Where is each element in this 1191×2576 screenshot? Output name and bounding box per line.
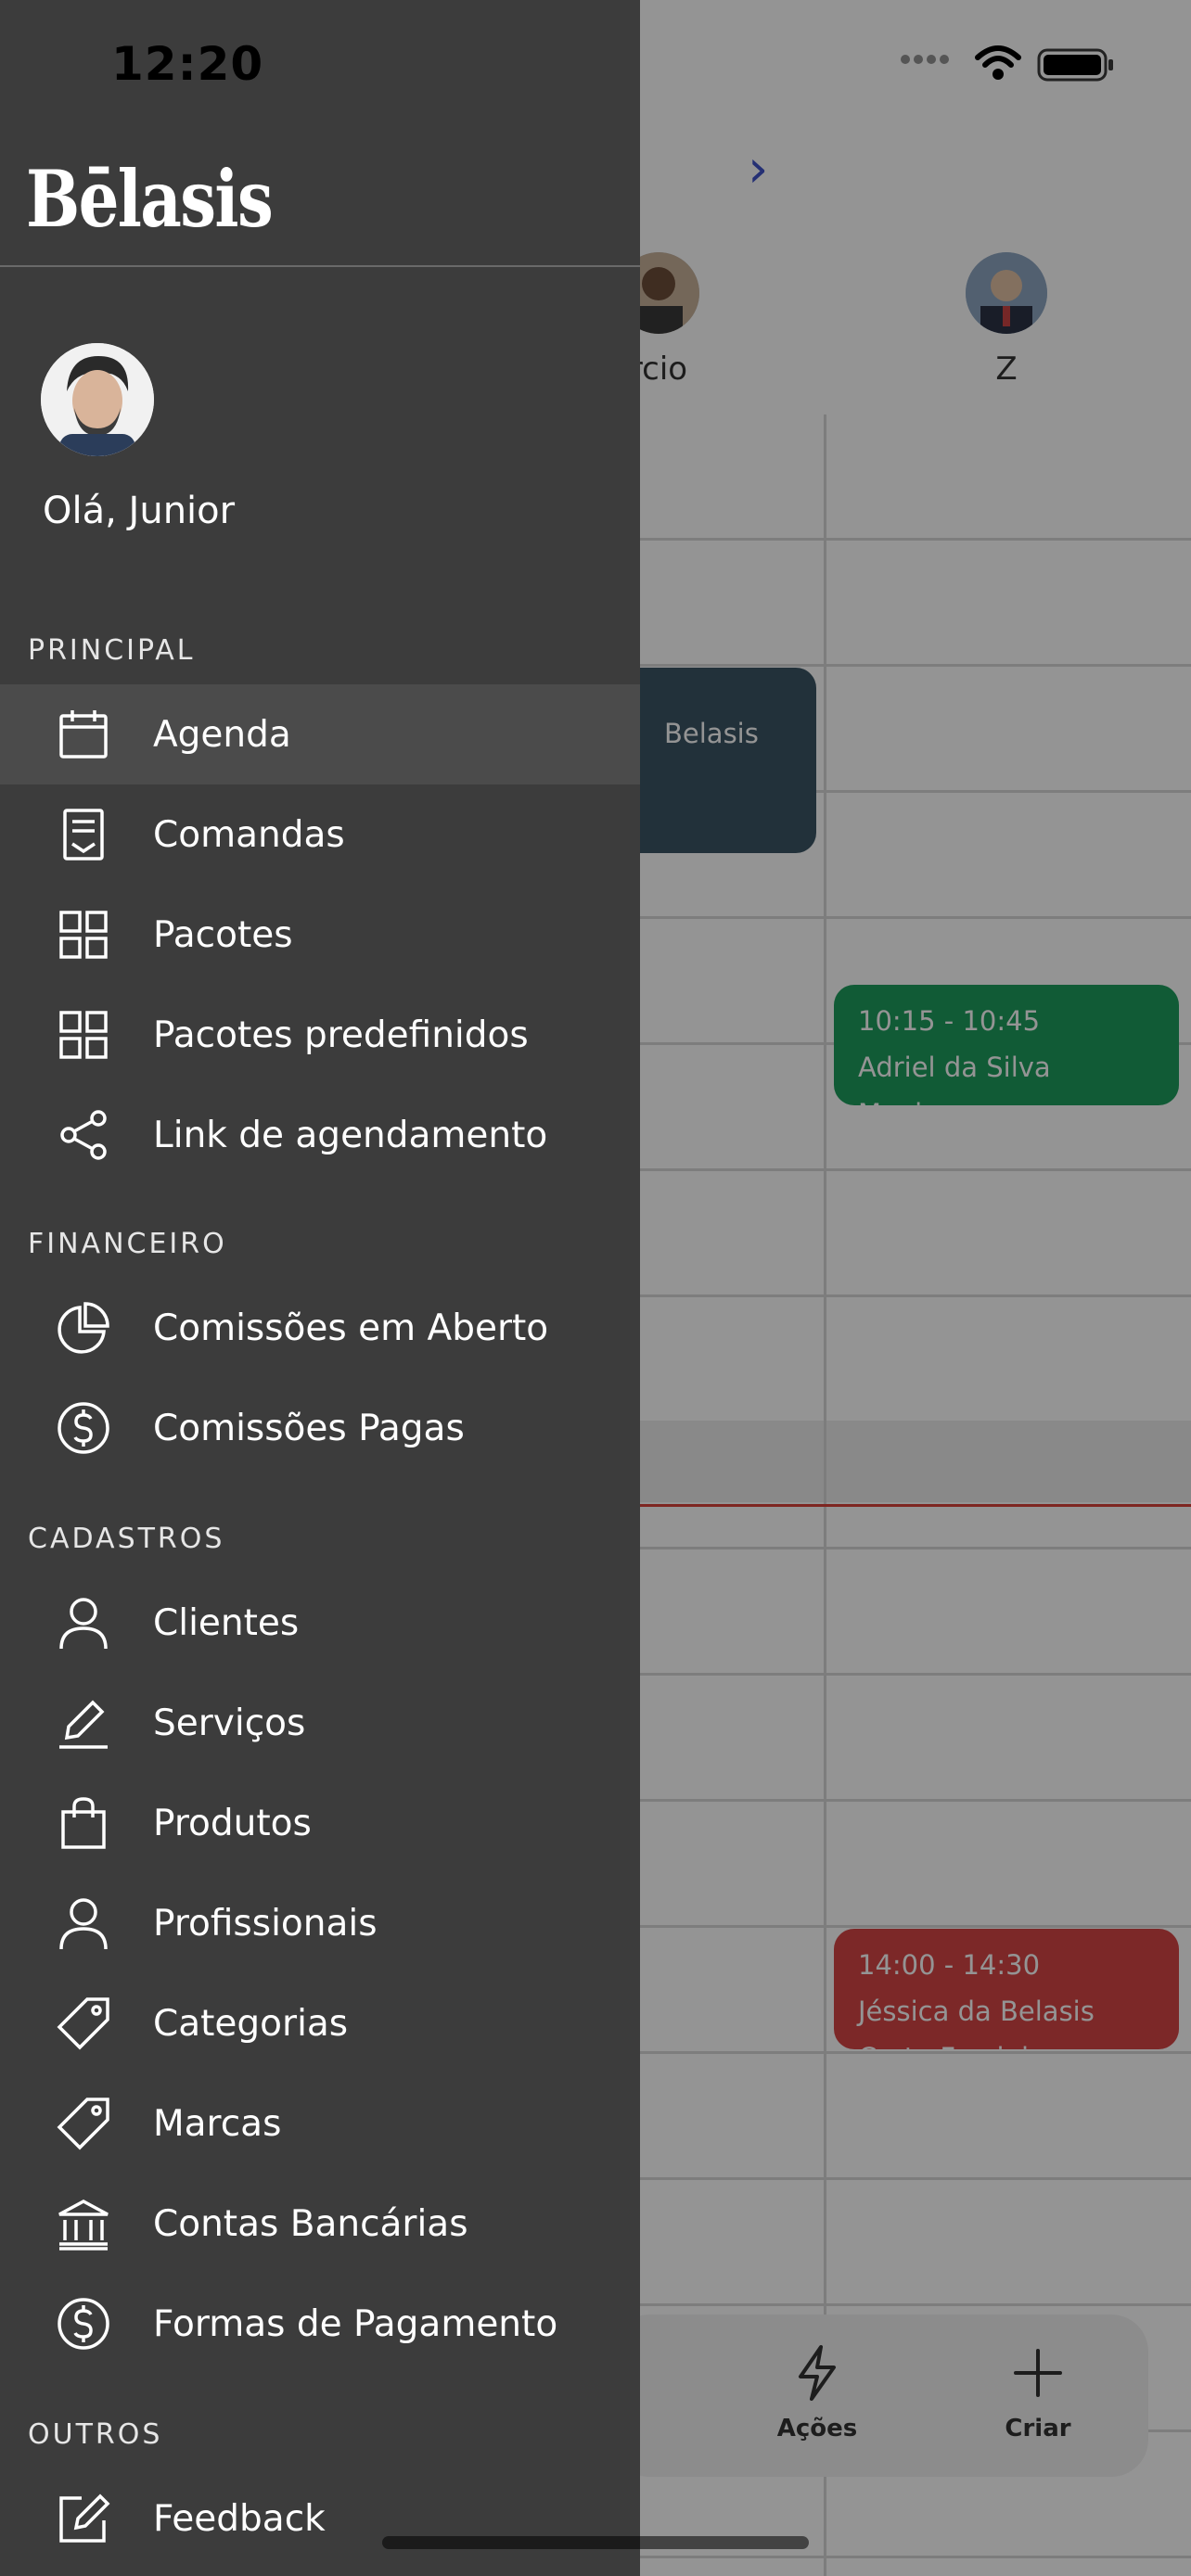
section-title-financeiro: FINANCEIRO	[28, 1228, 227, 1260]
tag-icon	[54, 2094, 113, 2153]
menu-item-pacotes-predefinidos[interactable]: Pacotes predefinidos	[0, 985, 640, 1085]
menu-item-label: Comissões em Aberto	[153, 1307, 549, 1349]
brand-logo: Bēlasis	[26, 153, 274, 245]
menu-item-label: Profissionais	[153, 1902, 378, 1945]
section-title-outros: OUTROS	[28, 2418, 163, 2451]
menu-item-label: Link de agendamento	[153, 1114, 548, 1156]
dollar-circle-icon	[54, 1398, 113, 1458]
section-title-cadastros: CADASTROS	[28, 1523, 225, 1555]
user-icon	[54, 1894, 113, 1953]
user-greeting: Olá, Junior	[43, 490, 236, 532]
menu-item-comandas[interactable]: Comandas	[0, 784, 640, 885]
menu-item-label: Marcas	[153, 2102, 282, 2145]
status-bar-time: 12:20	[111, 37, 264, 91]
bank-icon	[54, 2194, 113, 2253]
menu-item-label: Pacotes	[153, 913, 293, 956]
menu-item-formas-pagamento[interactable]: Formas de Pagamento	[0, 2274, 640, 2374]
drawer-divider	[0, 265, 640, 267]
menu-item-marcas[interactable]: Marcas	[0, 2073, 640, 2174]
menu-item-contas-bancarias[interactable]: Contas Bancárias	[0, 2174, 640, 2274]
menu-item-feedback[interactable]: Feedback	[0, 2468, 640, 2569]
pie-chart-icon	[54, 1298, 113, 1358]
menu-item-profissionais[interactable]: Profissionais	[0, 1873, 640, 1973]
menu-item-label: Serviços	[153, 1702, 306, 1744]
menu-item-label: Contas Bancárias	[153, 2202, 468, 2245]
menu-item-label: Comandas	[153, 813, 345, 856]
share-icon	[54, 1105, 113, 1165]
shopping-bag-icon	[54, 1793, 113, 1853]
menu-item-label: Comissões Pagas	[153, 1407, 465, 1449]
user-icon	[54, 1593, 113, 1652]
home-indicator[interactable]	[382, 2536, 809, 2549]
menu-item-agenda[interactable]: Agenda	[0, 684, 640, 784]
receipt-icon	[54, 805, 113, 864]
tag-icon	[54, 1994, 113, 2053]
cellular-signal-icon	[900, 48, 955, 67]
edit-icon	[54, 2489, 113, 2548]
calendar-icon	[54, 705, 113, 764]
battery-icon	[1037, 46, 1117, 83]
menu-item-label: Categorias	[153, 2002, 349, 2045]
menu-item-comissoes-pagas[interactable]: Comissões Pagas	[0, 1378, 640, 1478]
wifi-icon	[974, 45, 1022, 82]
navigation-drawer: 12:20 Bēlasis Olá, Junior PRINCIPAL Agen…	[0, 0, 640, 2576]
menu-item-pacotes[interactable]: Pacotes	[0, 885, 640, 985]
pen-icon	[54, 1693, 113, 1753]
menu-item-categorias[interactable]: Categorias	[0, 1973, 640, 2073]
menu-item-label: Pacotes predefinidos	[153, 1014, 529, 1056]
section-title-principal: PRINCIPAL	[28, 634, 196, 667]
menu-item-servicos[interactable]: Serviços	[0, 1673, 640, 1773]
grid-icon	[54, 1005, 113, 1065]
menu-item-label: Agenda	[153, 713, 291, 756]
menu-item-label: Clientes	[153, 1601, 300, 1644]
menu-item-clientes[interactable]: Clientes	[0, 1573, 640, 1673]
dollar-circle-icon	[54, 2294, 113, 2353]
menu-item-produtos[interactable]: Produtos	[0, 1773, 640, 1873]
menu-item-comissoes-aberto[interactable]: Comissões em Aberto	[0, 1278, 640, 1378]
grid-icon	[54, 905, 113, 964]
menu-item-label: Feedback	[153, 2497, 326, 2540]
menu-item-label: Produtos	[153, 1802, 312, 1844]
user-avatar[interactable]	[41, 343, 154, 456]
menu-item-label: Formas de Pagamento	[153, 2302, 558, 2345]
menu-item-link-agendamento[interactable]: Link de agendamento	[0, 1085, 640, 1185]
